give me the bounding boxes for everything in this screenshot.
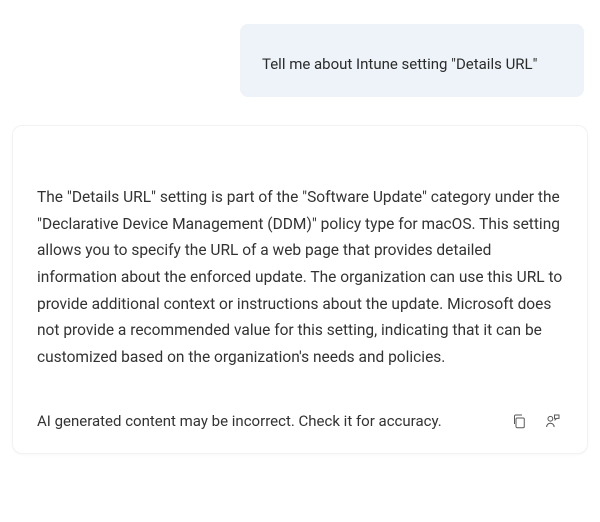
ai-response-footer: AI generated content may be incorrect. C… <box>37 411 563 431</box>
copy-button[interactable] <box>509 411 529 431</box>
person-feedback-icon <box>544 412 562 430</box>
feedback-button[interactable] <box>543 411 563 431</box>
ai-response-text: The "Details URL" setting is part of the… <box>37 184 563 371</box>
chat-canvas: Tell me about Intune setting "Details UR… <box>0 0 600 522</box>
copy-icon <box>510 412 528 430</box>
footer-action-bar <box>509 411 563 431</box>
ai-response-card: The "Details URL" setting is part of the… <box>12 125 588 454</box>
ai-disclaimer-text: AI generated content may be incorrect. C… <box>37 412 509 430</box>
user-message-text: Tell me about Intune setting "Details UR… <box>262 55 537 73</box>
user-message-bubble: Tell me about Intune setting "Details UR… <box>240 24 584 97</box>
